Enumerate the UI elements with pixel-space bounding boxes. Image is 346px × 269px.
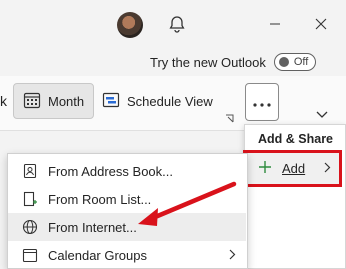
bell-icon[interactable]	[154, 0, 200, 48]
address-book-icon	[22, 163, 38, 179]
menu-item-label: Calendar Groups	[48, 247, 147, 263]
calendar-month-icon	[23, 91, 41, 112]
room-list-icon	[22, 191, 38, 207]
menu-item-calendar-groups[interactable]: Calendar Groups	[8, 241, 246, 269]
try-new-outlook-label: Try the new Outlook	[150, 54, 266, 70]
menu-item-label: From Internet...	[48, 219, 137, 235]
avatar[interactable]	[117, 12, 143, 38]
menu-item-label: From Address Book...	[48, 163, 173, 179]
schedule-view-label: Schedule View	[127, 93, 213, 109]
close-icon[interactable]	[298, 0, 344, 48]
toggle-state-label: Off	[293, 56, 309, 68]
month-view-label: Month	[48, 93, 85, 109]
plus-icon	[258, 160, 272, 177]
try-new-outlook-toggle[interactable]: Off	[273, 53, 316, 71]
add-share-title: Add & Share	[258, 132, 334, 146]
chevron-right-icon	[324, 161, 331, 176]
minimize-icon[interactable]	[252, 0, 298, 48]
menu-item-from-internet[interactable]: From Internet...	[8, 213, 246, 241]
schedule-view-button[interactable]: Schedule View	[102, 83, 213, 119]
month-view-button[interactable]: Month	[13, 83, 94, 119]
try-new-outlook: Try the new Outlook Off	[150, 50, 316, 74]
ribbon-expand-chevron-icon[interactable]	[316, 107, 328, 122]
toggle-knob	[278, 57, 289, 67]
chevron-right-icon	[229, 248, 236, 263]
more-icon	[253, 95, 271, 110]
menu-item-label: From Room List...	[48, 191, 152, 207]
schedule-view-icon	[102, 91, 120, 112]
dialog-launcher-icon[interactable]	[225, 111, 234, 126]
calendar-groups-icon	[22, 247, 38, 263]
add-menu-label: Add	[282, 161, 306, 176]
add-menu-button[interactable]: Add	[243, 150, 342, 187]
more-options-button[interactable]	[245, 83, 279, 121]
ribbon-partial-label: k	[0, 93, 7, 109]
globe-icon	[22, 219, 38, 235]
menu-item-from-room-list[interactable]: From Room List...	[8, 185, 246, 213]
menu-item-from-address-book[interactable]: From Address Book...	[8, 157, 246, 185]
